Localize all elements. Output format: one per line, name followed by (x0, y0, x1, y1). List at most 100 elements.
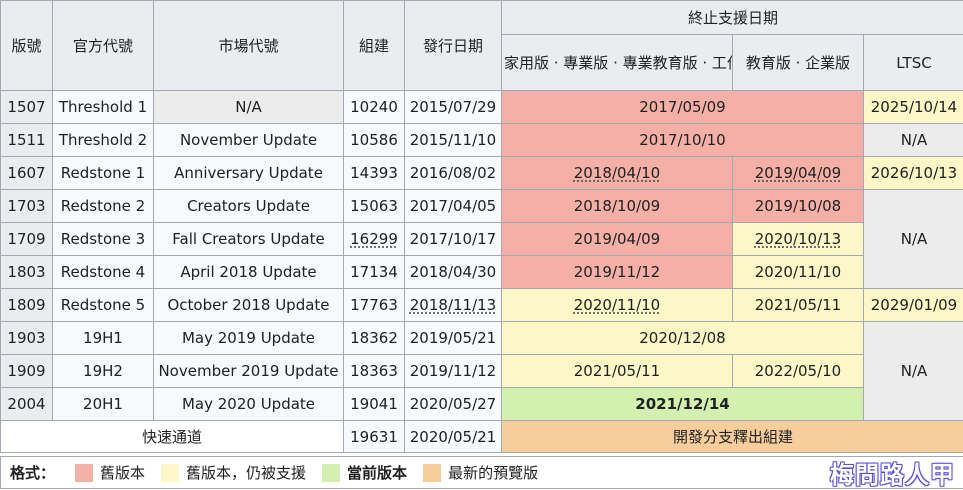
legend-swatch-current (322, 464, 340, 482)
version-cell: 1803 (1, 256, 53, 289)
windows-version-table: 版號 官方代號 市場代號 組建 發行日期 終止支援日期 家用版 · 專業版 · … (0, 0, 963, 453)
legend-label-preview: 最新的預覽版 (448, 462, 538, 483)
table-row: 1903 19H1 May 2019 Update 18362 2019/05/… (1, 322, 963, 355)
build-cell: 18363 (344, 355, 405, 388)
release-date-cell: 2017/10/17 (405, 223, 502, 256)
eos-home-pro-cell: 2018/10/09 (502, 190, 733, 223)
build-cell: 14393 (344, 157, 405, 190)
legend-label-old: 舊版本 (100, 462, 145, 483)
marketing-cell: May 2019 Update (154, 322, 344, 355)
version-cell: 1809 (1, 289, 53, 322)
eos-home-pro-cell: 2019/04/09 (502, 223, 733, 256)
table-row: 1511 Threshold 2 November Update 10586 2… (1, 124, 963, 157)
table-row: 快速通道 19631 2020/05/21 開發分支釋出組建 (1, 421, 963, 453)
eos-edu-ent-cell: 2022/05/10 (733, 355, 864, 388)
codename-cell: Redstone 3 (53, 223, 154, 256)
table-row: 1809 Redstone 5 October 2018 Update 1776… (1, 289, 963, 322)
codename-cell: 19H2 (53, 355, 154, 388)
header-codename: 官方代號 (53, 1, 154, 91)
build-cell: 18362 (344, 322, 405, 355)
codename-cell: Redstone 1 (53, 157, 154, 190)
header-release-date: 發行日期 (405, 1, 502, 91)
fast-ring-label: 快速通道 (1, 421, 344, 453)
release-date-cell: 2016/08/02 (405, 157, 502, 190)
build-cell: 16299 (344, 223, 405, 256)
eos-preview-cell: 開發分支釋出組建 (502, 421, 963, 453)
legend-swatch-supported (161, 464, 179, 482)
header-build: 組建 (344, 1, 405, 91)
header-version: 版號 (1, 1, 53, 91)
table-row: 1909 19H2 November 2019 Update 18363 201… (1, 355, 963, 388)
build-cell: 17134 (344, 256, 405, 289)
codename-cell: 19H1 (53, 322, 154, 355)
release-date-cell: 2015/07/29 (405, 91, 502, 124)
legend-swatch-preview (423, 464, 441, 482)
eos-home-pro-cell: 2021/12/14 (502, 388, 864, 421)
eos-home-pro-cell: 2020/11/10 (502, 289, 733, 322)
legend-title: 格式： (10, 462, 55, 483)
release-date-cell: 2017/04/05 (405, 190, 502, 223)
build-cell: 10240 (344, 91, 405, 124)
eos-home-pro-cell: 2019/11/12 (502, 256, 733, 289)
codename-cell: Threshold 2 (53, 124, 154, 157)
marketing-cell: May 2020 Update (154, 388, 344, 421)
table-row: 1803 Redstone 4 April 2018 Update 17134 … (1, 256, 963, 289)
eos-ltsc-cell: N/A (864, 322, 963, 421)
eos-edu-ent-cell: 2019/04/09 (733, 157, 864, 190)
eos-ltsc-cell: N/A (864, 124, 963, 157)
version-cell: 1909 (1, 355, 53, 388)
marketing-cell: Creators Update (154, 190, 344, 223)
version-cell: 1507 (1, 91, 53, 124)
release-date-cell: 2020/05/27 (405, 388, 502, 421)
eos-edu-ent-cell: 2020/11/10 (733, 256, 864, 289)
legend: 格式： 舊版本 舊版本，仍被支援 當前版本 最新的預覽版 (0, 456, 963, 489)
marketing-cell: Anniversary Update (154, 157, 344, 190)
build-cell: 19631 (344, 421, 405, 453)
footnote-date: 2019/04/09 (755, 164, 841, 182)
header-end-of-support: 終止支援日期 (502, 1, 963, 35)
footnote-date: 2020/10/13 (755, 230, 841, 248)
codename-cell: Redstone 2 (53, 190, 154, 223)
eos-ltsc-cell: N/A (864, 190, 963, 289)
version-cell: 2004 (1, 388, 53, 421)
codename-cell: Redstone 5 (53, 289, 154, 322)
header-edu-ent: 教育版 · 企業版 (733, 35, 864, 91)
release-date-cell: 2020/05/21 (405, 421, 502, 453)
legend-label-current: 當前版本 (347, 462, 407, 483)
version-cell: 1511 (1, 124, 53, 157)
legend-label-supported: 舊版本，仍被支援 (186, 462, 306, 483)
footnote-date: 2018/04/10 (574, 164, 660, 182)
eos-home-pro-cell: 2018/04/10 (502, 157, 733, 190)
legend-item-supported: 舊版本，仍被支援 (161, 462, 306, 483)
eos-home-pro-cell: 2021/05/11 (502, 355, 733, 388)
legend-swatch-old (75, 464, 93, 482)
eos-ltsc-cell: 2029/01/09 (864, 289, 963, 322)
marketing-cell: November Update (154, 124, 344, 157)
release-date-cell: 2019/11/12 (405, 355, 502, 388)
table-row: 1507 Threshold 1 N/A 10240 2015/07/29 20… (1, 91, 963, 124)
release-date-cell: 2018/04/30 (405, 256, 502, 289)
marketing-cell: Fall Creators Update (154, 223, 344, 256)
legend-item-old: 舊版本 (75, 462, 145, 483)
table-row: 1607 Redstone 1 Anniversary Update 14393… (1, 157, 963, 190)
codename-cell: Redstone 4 (53, 256, 154, 289)
release-date-cell: 2019/05/21 (405, 322, 502, 355)
build-cell: 15063 (344, 190, 405, 223)
build-cell: 10586 (344, 124, 405, 157)
codename-cell: 20H1 (53, 388, 154, 421)
marketing-cell: October 2018 Update (154, 289, 344, 322)
table-row: 1703 Redstone 2 Creators Update 15063 20… (1, 190, 963, 223)
table-row: 1709 Redstone 3 Fall Creators Update 162… (1, 223, 963, 256)
version-cell: 1607 (1, 157, 53, 190)
build-cell: 17763 (344, 289, 405, 322)
eos-home-pro-cell: 2020/12/08 (502, 322, 864, 355)
eos-home-pro-cell: 2017/10/10 (502, 124, 864, 157)
version-cell: 1903 (1, 322, 53, 355)
marketing-cell: April 2018 Update (154, 256, 344, 289)
footnote-build: 16299 (350, 230, 398, 248)
header-ltsc: LTSC (864, 35, 963, 91)
eos-home-pro-cell: 2017/05/09 (502, 91, 864, 124)
legend-item-preview: 最新的預覽版 (423, 462, 538, 483)
build-cell: 19041 (344, 388, 405, 421)
legend-item-current: 當前版本 (322, 462, 407, 483)
